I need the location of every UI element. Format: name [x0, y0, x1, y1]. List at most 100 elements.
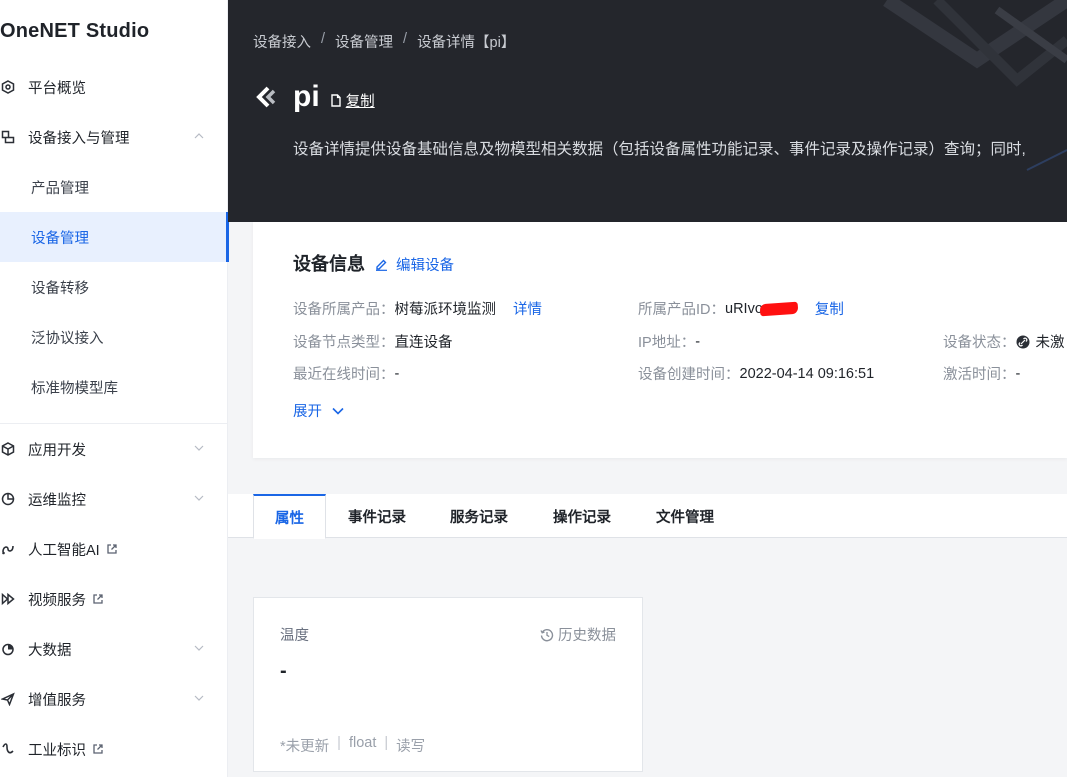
breadcrumb-separator: /	[403, 31, 408, 47]
cube-icon	[1, 442, 15, 456]
nav-label: 平台概览	[28, 80, 86, 97]
nav-label: 应用开发	[28, 442, 86, 459]
nav-label: 大数据	[28, 642, 72, 659]
nav-ai[interactable]: 人工智能AI	[0, 524, 228, 574]
industrial-id-icon	[1, 742, 15, 756]
pie-chart-icon	[1, 492, 15, 506]
nav-label: 设备接入与管理	[28, 130, 130, 147]
nav-app-dev[interactable]: 应用开发	[0, 424, 228, 474]
nav-value-added[interactable]: 增值服务	[0, 674, 228, 724]
nav-label: 增值服务	[28, 692, 86, 709]
nav-big-data[interactable]: 大数据	[0, 624, 228, 674]
chevron-up-icon	[194, 133, 204, 139]
chevron-down-icon	[194, 695, 204, 701]
video-icon	[1, 592, 15, 606]
status-label: 设备状态：	[943, 335, 1016, 351]
detail-tabs: 属性 事件记录 服务记录 操作记录 文件管理	[228, 494, 1067, 539]
edit-device-label: 编辑设备	[396, 258, 454, 274]
created-label: 设备创建时间：	[638, 367, 740, 383]
external-link-icon	[93, 744, 103, 754]
product-detail-link[interactable]: 详情	[513, 298, 542, 319]
access-mode: 读写	[396, 739, 426, 755]
property-value: -	[280, 660, 287, 682]
field-status: 设备状态： 未激	[943, 331, 1065, 352]
nav-industrial-id[interactable]: 工业标识	[0, 724, 228, 774]
node-type-label: 设备节点类型：	[293, 335, 395, 351]
page-header-banner: 设备接入 / 设备管理 / 设备详情【pi】 pi 复制 设备详情提供设备基础信…	[228, 0, 1067, 222]
edit-device-button[interactable]: 编辑设备	[375, 254, 454, 275]
ip-value: -	[695, 333, 701, 350]
breadcrumb-device-management[interactable]: 设备管理	[335, 31, 393, 52]
ip-label: IP地址：	[638, 335, 696, 351]
nav-label: 工业标识	[28, 742, 86, 759]
history-data-button[interactable]: 历史数据	[540, 624, 616, 645]
sidebar-item-protocol-access[interactable]: 泛协议接入	[0, 312, 228, 362]
link-status-icon	[1016, 335, 1029, 348]
node-type-value: 直连设备	[394, 335, 453, 351]
device-access-icon	[1, 130, 15, 144]
back-arrow-icon[interactable]	[253, 84, 279, 110]
device-info-title: 设备信息	[293, 254, 365, 274]
brand-title: OneNET Studio	[0, 20, 150, 42]
chevron-down-icon	[194, 445, 204, 451]
breadcrumb-device-detail: 设备详情【pi】	[417, 35, 516, 51]
sidebar-item-product-management[interactable]: 产品管理	[0, 162, 228, 212]
nav-label: 人工智能AI	[28, 542, 100, 559]
field-activated: 激活时间： -	[943, 363, 1020, 384]
tab-event-records[interactable]: 事件记录	[336, 494, 418, 538]
field-last-online: 最近在线时间： -	[293, 363, 399, 384]
field-created: 设备创建时间： 2022-04-14 09:16:51	[638, 363, 874, 384]
property-meta: *未更新 | float | 读写	[280, 735, 425, 756]
overview-icon	[1, 80, 15, 94]
field-product: 设备所属产品： 树莓派环境监测 详情	[293, 298, 542, 319]
chevron-down-icon	[332, 407, 344, 415]
field-node-type: 设备节点类型： 直连设备	[293, 331, 453, 352]
property-card: 温度 历史数据 - *未更新 | float | 读写	[253, 597, 643, 772]
external-link-icon	[107, 544, 117, 554]
page-description: 设备详情提供设备基础信息及物模型相关数据（包括设备属性功能记录、事件记录及操作记…	[293, 141, 1026, 158]
tab-properties[interactable]: 属性	[253, 494, 326, 539]
breadcrumb-device-access[interactable]: 设备接入	[253, 31, 311, 52]
sidebar-item-device-management[interactable]: 设备管理	[0, 212, 229, 262]
meta-separator: |	[384, 735, 389, 751]
chevron-down-icon	[194, 645, 204, 651]
sidebar-item-model-library[interactable]: 标准物模型库	[0, 362, 228, 412]
product-label: 设备所属产品：	[293, 302, 395, 318]
copy-label: 复制	[345, 93, 375, 110]
nav-device-access[interactable]: 设备接入与管理	[0, 112, 228, 162]
history-label: 历史数据	[558, 628, 616, 644]
tab-operation-records[interactable]: 操作记录	[541, 494, 623, 538]
field-product-id: 所属产品ID： uRIvo 复制	[638, 298, 844, 319]
breadcrumb: 设备接入 / 设备管理 / 设备详情【pi】	[253, 31, 515, 52]
last-online-value: -	[394, 365, 400, 382]
nav-label: 运维监控	[28, 492, 86, 509]
data-type: float	[348, 735, 377, 751]
copy-device-name-button[interactable]: 复制	[330, 90, 375, 111]
redaction-mark	[759, 301, 799, 316]
breadcrumb-separator: /	[321, 31, 326, 47]
nav-ops-monitor[interactable]: 运维监控	[0, 474, 228, 524]
copy-product-id-link[interactable]: 复制	[815, 298, 844, 319]
update-status: *未更新	[280, 739, 330, 755]
big-data-icon	[1, 642, 15, 656]
product-value: 树莓派环境监测	[394, 302, 497, 318]
activated-value: -	[1015, 365, 1021, 382]
expand-button[interactable]: 展开	[293, 400, 344, 421]
title-row: pi 复制	[253, 80, 375, 114]
device-info-card: 设备信息 编辑设备 设备所属产品： 树莓派环境监测 详情 所属产品ID： uRI…	[253, 222, 1067, 458]
activated-label: 激活时间：	[943, 367, 1016, 383]
nav-video[interactable]: 视频服务	[0, 574, 228, 624]
expand-label: 展开	[293, 404, 322, 420]
field-ip: IP地址： -	[638, 331, 700, 352]
sidebar-item-device-transfer[interactable]: 设备转移	[0, 262, 228, 312]
nav-label: 视频服务	[28, 592, 86, 609]
history-icon	[540, 628, 554, 641]
banner-decoration	[883, 0, 1067, 171]
copy-icon	[330, 93, 341, 107]
nav-platform-overview[interactable]: 平台概览	[0, 62, 228, 112]
tab-service-records[interactable]: 服务记录	[438, 494, 520, 538]
sidebar: OneNET Studio 平台概览 设备接入与管理 产品管理 设备管理 设备转…	[0, 0, 229, 777]
page-title: pi	[293, 80, 320, 113]
tab-file-management[interactable]: 文件管理	[644, 494, 726, 538]
edit-icon	[376, 259, 387, 271]
